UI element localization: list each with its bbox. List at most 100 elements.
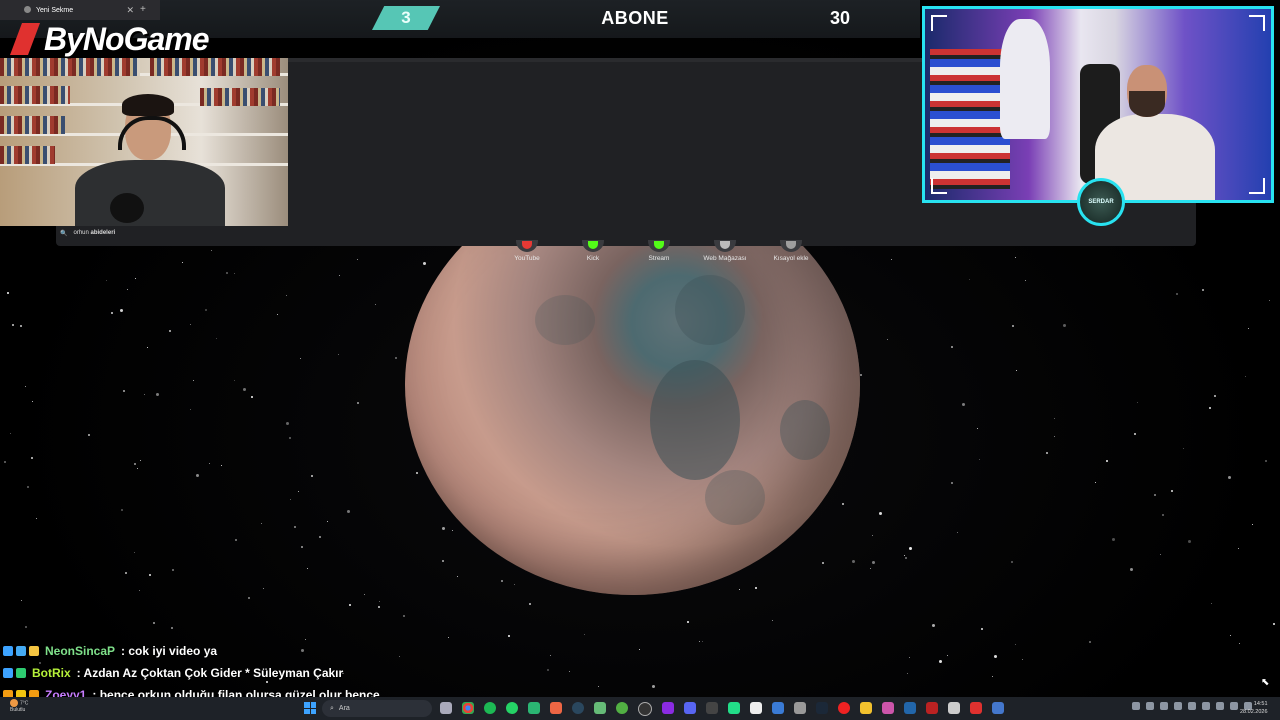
folder-icon[interactable] [860,702,872,714]
shortcut-tile[interactable]: YouTube [505,240,549,262]
tray-icon[interactable] [1146,702,1154,710]
opera-icon[interactable] [838,702,850,714]
star [821,561,824,564]
microphone-icon [110,193,144,223]
streamer-left [70,94,230,226]
star [1188,539,1192,543]
chevron-up-icon[interactable] [1132,702,1140,710]
app-icon[interactable] [528,702,540,714]
shortcut-icon [648,240,670,252]
star [946,654,948,656]
task-view-icon[interactable] [440,702,452,714]
star [1213,394,1216,397]
star [233,272,235,274]
weather-widget[interactable]: 7°C Bulutlu [10,699,28,713]
star [1129,567,1133,571]
app-icon[interactable] [728,702,740,714]
app-icon[interactable] [992,702,1004,714]
star [1170,489,1173,492]
channel-badge: SERDAR [1077,178,1125,226]
star [976,427,978,429]
chrome-icon[interactable] [462,702,474,714]
app-icon[interactable] [772,702,784,714]
star [286,294,288,296]
volume-icon[interactable] [1230,702,1238,710]
app-icon[interactable] [882,702,894,714]
shortcut-tile[interactable]: Web Mağazası [703,240,747,262]
moon-mare [675,275,745,345]
star [1229,634,1231,636]
star [250,395,253,398]
app-icon[interactable] [706,702,718,714]
shortcut-tile[interactable]: Kick [571,240,615,262]
steam-icon[interactable] [816,702,828,714]
new-tab-button[interactable]: + [140,4,146,15]
spotify-icon[interactable] [484,702,496,714]
shortcut-tile[interactable]: Kısayol ekle [769,240,813,262]
chat-badge-icon [3,668,13,678]
bynogame-logo: ByNoGame [10,21,209,57]
chat-badge-icon [3,646,13,656]
star [378,600,380,602]
taskbar-clock[interactable]: 14:51 28.02.2026 [1240,700,1268,716]
bynogame-icon[interactable] [970,702,982,714]
tray-icon[interactable] [1202,702,1210,710]
star [262,587,264,589]
app-icon[interactable] [550,702,562,714]
tray-icon[interactable] [1174,702,1182,710]
star [507,634,510,637]
star [205,308,208,311]
start-button[interactable] [304,702,316,714]
steam-icon[interactable] [572,702,584,714]
shortcut-label: Kısayol ekle [773,255,809,262]
star [1137,401,1139,403]
star [771,619,773,621]
chat-username: BotRix [32,666,71,680]
search-icon: ⌕ [330,704,334,712]
star [6,292,9,295]
shortcut-label: Kick [586,255,600,262]
obs-icon[interactable] [638,702,652,716]
shortcut-label: YouTube [514,255,540,262]
search-suggestion[interactable]: 🔍 orhun abideleri [60,226,310,240]
shortcut-icon [516,240,538,252]
star [364,593,366,595]
star [878,511,882,515]
star [35,517,37,519]
app-icon[interactable] [594,702,606,714]
app-icon[interactable] [794,702,806,714]
chat-username: NeonSincaP [45,644,116,658]
star [887,338,889,340]
discord-icon[interactable] [684,702,696,714]
network-icon[interactable] [1216,702,1224,710]
star [225,272,228,275]
star [903,555,905,557]
weather-icon [10,699,18,707]
app-icon[interactable] [662,702,674,714]
app-icon[interactable] [948,702,960,714]
shortcut-row: YouTube Kick Stream Web Mağazası Kısayol ekl… [505,240,813,262]
bluetooth-icon[interactable] [1188,702,1196,710]
star [357,401,360,404]
moon-mare [650,360,740,480]
star [300,545,303,548]
close-tab-icon[interactable]: ✕ [126,5,134,16]
moon-mare [535,295,595,345]
whatsapp-icon[interactable] [506,702,518,714]
xbox-icon[interactable] [616,702,628,714]
shortcut-icon [582,240,604,252]
mouse-cursor-icon: ⬉ [1261,677,1270,688]
star [1134,432,1136,435]
star [1012,324,1015,327]
star [285,421,289,425]
app-icon[interactable] [904,702,916,714]
taskbar-search[interactable]: ⌕ Ara [322,700,432,717]
browser-tab[interactable]: Yeni Sekme ✕ [0,0,160,20]
star [135,277,137,279]
shortcut-tile[interactable]: Stream [637,240,681,262]
tray-icon[interactable] [1160,702,1168,710]
file-icon[interactable] [750,702,762,714]
app-icon[interactable] [926,702,938,714]
star [3,460,6,463]
star [169,329,172,332]
